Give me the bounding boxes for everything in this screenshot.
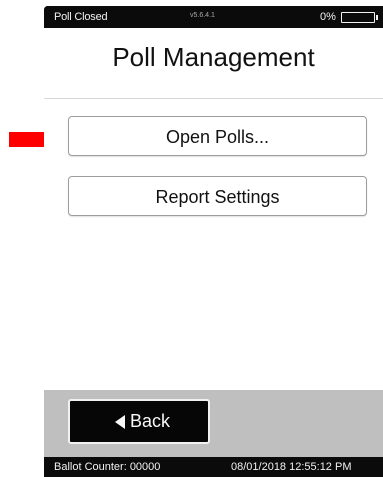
open-polls-button[interactable]: Open Polls... <box>68 116 367 156</box>
battery-icon <box>341 12 378 23</box>
back-arrow-icon <box>115 415 125 429</box>
back-button[interactable]: Back <box>68 399 210 444</box>
back-label: Back <box>130 411 171 431</box>
battery-percent: 0% <box>320 11 336 23</box>
page-title: Poll Management <box>112 42 315 72</box>
ballot-counter: Ballot Counter: 00000 <box>54 461 161 473</box>
scene: Poll Closed v5.6.4.1 0% Poll Management … <box>0 0 383 477</box>
version-label: v5.6.4.1 <box>190 12 215 19</box>
title-area: Poll Management <box>44 28 383 99</box>
bottom-status-bar: Ballot Counter: 00000 08/01/2018 12:55:1… <box>44 457 383 477</box>
poll-status: Poll Closed <box>54 11 108 23</box>
voting-device-screen: Poll Closed v5.6.4.1 0% Poll Management … <box>44 6 383 477</box>
date-time: 08/01/2018 12:55:12 PM <box>231 461 352 473</box>
status-bar: Poll Closed v5.6.4.1 0% <box>44 6 383 28</box>
main-screen: Poll Management Open Polls... Report Set… <box>44 28 383 390</box>
footer-area: Back <box>44 390 383 457</box>
report-settings-button[interactable]: Report Settings <box>68 176 367 216</box>
